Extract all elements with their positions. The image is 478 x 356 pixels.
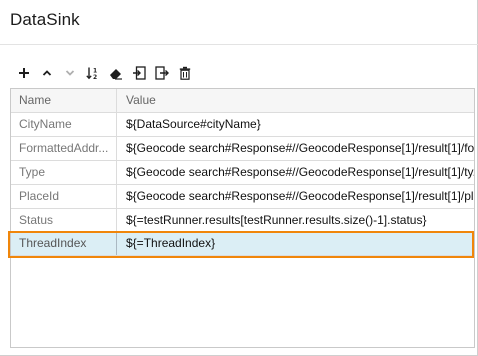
export-icon — [155, 66, 169, 80]
move-up-button[interactable] — [36, 63, 58, 83]
clear-icon — [110, 68, 122, 80]
property-name-cell[interactable]: PlaceId — [11, 185, 117, 208]
column-header-value[interactable]: Value — [118, 89, 474, 112]
property-value-cell[interactable]: ${=ThreadIndex} — [118, 232, 474, 255]
add-icon — [19, 68, 29, 78]
title-divider — [0, 44, 478, 45]
datasink-panel: DataSink 1 2 Name Value CityName ${DataS… — [0, 0, 478, 356]
property-value-cell[interactable]: ${=testRunner.results[testRunner.results… — [118, 209, 474, 232]
property-name-cell[interactable]: FormattedAddr... — [11, 137, 117, 160]
export-button[interactable] — [151, 63, 173, 83]
table-row-selected[interactable]: ThreadIndex ${=ThreadIndex} — [11, 232, 474, 256]
panel-title: DataSink — [10, 10, 80, 29]
grid-header-row: Name Value — [11, 89, 474, 113]
sort-button[interactable]: 1 2 — [82, 63, 104, 83]
toolbar: 1 2 — [13, 62, 197, 84]
property-value-cell[interactable]: ${DataSource#cityName} — [118, 113, 474, 136]
svg-text:2: 2 — [93, 74, 97, 80]
table-row[interactable]: Status ${=testRunner.results[testRunner.… — [11, 209, 474, 233]
table-row[interactable]: CityName ${DataSource#cityName} — [11, 113, 474, 137]
move-up-icon — [42, 70, 52, 76]
delete-button[interactable] — [174, 63, 196, 83]
move-down-icon — [65, 70, 75, 76]
table-row[interactable]: Type ${Geocode search#Response#//Geocode… — [11, 161, 474, 185]
property-name-cell[interactable]: ThreadIndex — [11, 232, 117, 255]
column-header-name[interactable]: Name — [11, 89, 117, 112]
import-icon — [132, 66, 146, 80]
property-name-cell[interactable]: CityName — [11, 113, 117, 136]
move-down-button[interactable] — [59, 63, 81, 83]
table-row[interactable]: PlaceId ${Geocode search#Response#//Geoc… — [11, 185, 474, 209]
property-value-cell[interactable]: ${Geocode search#Response#//GeocodeRespo… — [118, 185, 474, 208]
property-value-cell[interactable]: ${Geocode search#Response#//GeocodeRespo… — [118, 137, 474, 160]
properties-grid: Name Value CityName ${DataSource#cityNam… — [10, 88, 475, 348]
property-name-cell[interactable]: Type — [11, 161, 117, 184]
property-name-cell[interactable]: Status — [11, 209, 117, 232]
table-row[interactable]: FormattedAddr... ${Geocode search#Respon… — [11, 137, 474, 161]
sort-icon: 1 2 — [86, 67, 97, 80]
clear-button[interactable] — [105, 63, 127, 83]
add-button[interactable] — [13, 63, 35, 83]
import-button[interactable] — [128, 63, 150, 83]
property-value-cell[interactable]: ${Geocode search#Response#//GeocodeRespo… — [118, 161, 474, 184]
delete-icon — [179, 66, 191, 80]
